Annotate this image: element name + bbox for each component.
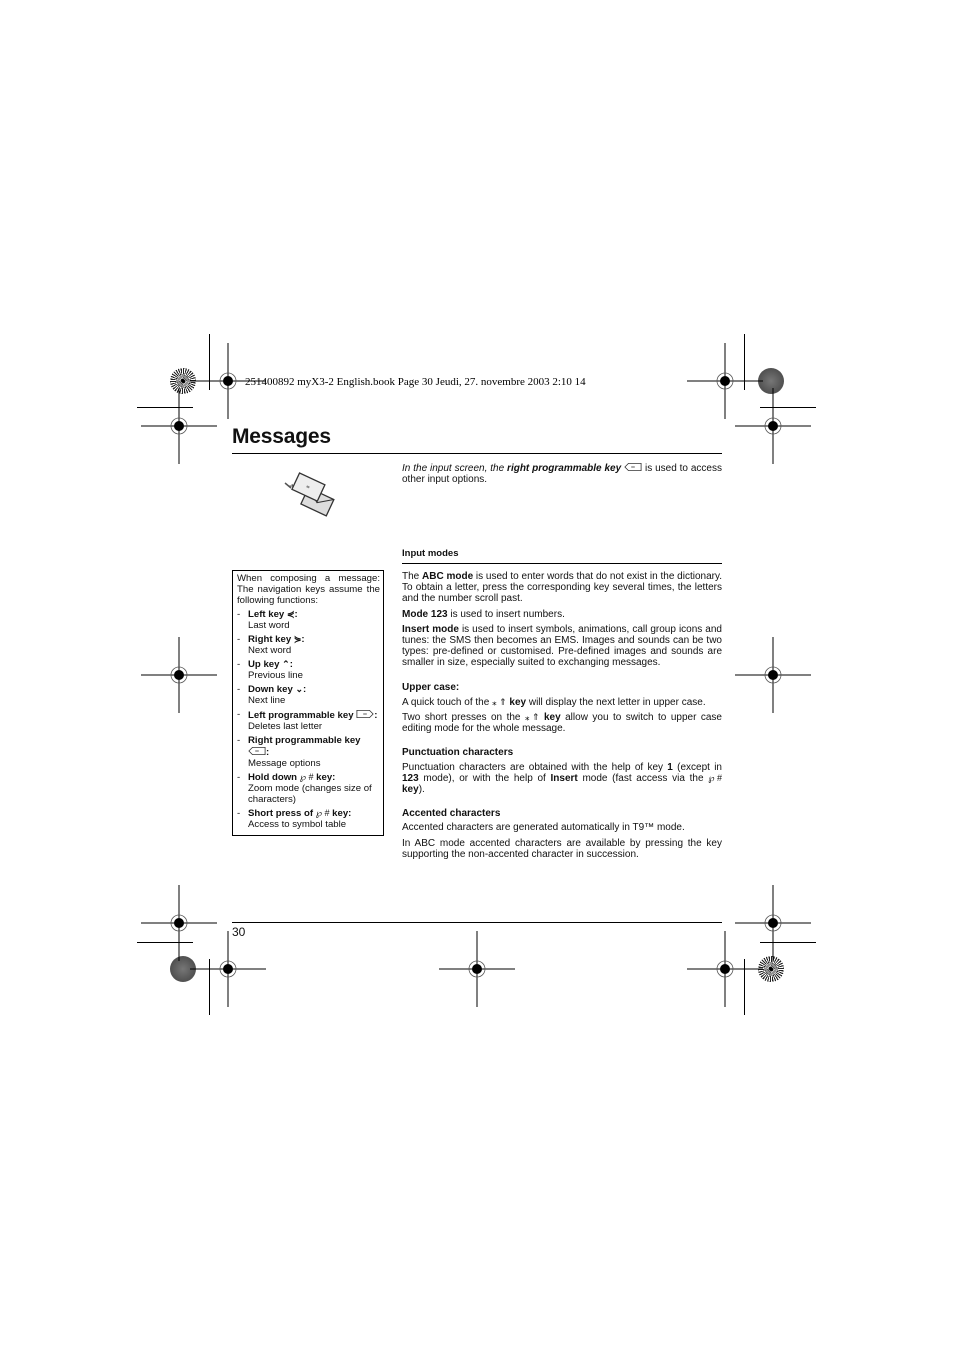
intro-text: In the input screen, the (402, 463, 508, 474)
upper-case-heading: Upper case: (402, 681, 460, 693)
envelopes-icon (284, 472, 335, 517)
list-item: - Short press of ℘ # key: Access to symbo… (237, 808, 352, 830)
upper-case-p2: Two short presses on the ⁎ ⇑ key allow y… (402, 712, 722, 735)
item-label: Short press of (248, 808, 314, 819)
section-rule (402, 563, 722, 564)
page-number: 30 (232, 925, 246, 939)
item-label: Right programmable key (248, 735, 361, 746)
list-item: - Up key ⌃: Previous line (237, 659, 303, 681)
item-label: Left key (248, 609, 285, 620)
registration-mark-icon (140, 636, 218, 714)
registration-mark-icon (686, 930, 764, 1008)
registration-mark-icon (734, 884, 812, 962)
item-desc: Deletes last letter (248, 721, 323, 732)
navigation-keys-box: When composing a message: The navigation… (232, 570, 384, 836)
mode-123-paragraph: Mode 123 is used to insert numbers. (402, 608, 565, 620)
item-desc: Previous line (248, 670, 303, 681)
title-rule (232, 453, 722, 454)
list-item: - Hold down ℘ # key: Zoom mode (changes s… (237, 772, 372, 805)
item-label: Down key (248, 684, 293, 695)
insert-mode-paragraph: Insert mode is used to insert symbols, a… (402, 623, 722, 669)
item-suffix: key: (332, 808, 352, 819)
hash-key-icon: ℘ # (315, 808, 330, 818)
punctuation-heading: Punctuation characters (402, 747, 514, 759)
list-item: - Down key ⌄: Next line (237, 684, 307, 706)
item-desc: Message options (248, 758, 321, 769)
up-key-icon: ⌃ (282, 659, 290, 669)
list-item: - Left programmable key : Deletes last le… (237, 709, 378, 732)
item-desc: Zoom mode (changes size of characters) (248, 783, 372, 805)
right-softkey-icon (248, 746, 266, 756)
item-desc: Last word (248, 620, 290, 631)
accented-heading: Accented characters (402, 808, 501, 820)
registration-mark-icon (734, 387, 812, 465)
list-item: - Right key ⋟: Next word (237, 634, 305, 656)
list-item: - Right programmable key : Message option… (237, 735, 361, 769)
item-label: Hold down (248, 772, 298, 783)
right-softkey-icon (624, 462, 642, 472)
hash-key-icon: ℘ # (299, 772, 314, 782)
hash-key-icon: ℘ # (708, 772, 722, 783)
star-shift-key-icon: ⁎ ⇑ (524, 712, 540, 723)
upper-case-p1: A quick touch of the ⁎ ⇑ key will displa… (402, 696, 706, 708)
punctuation-paragraph: Punctuation characters are obtained with… (402, 761, 722, 796)
intro-key-name: right programmable key (507, 463, 622, 474)
abc-mode-paragraph: The ABC mode is used to enter words that… (402, 571, 722, 605)
print-header: 251400892 myX3-2 English.book Page 30 Je… (245, 376, 586, 388)
registration-mark-icon (686, 342, 764, 420)
registration-mark-icon (189, 930, 267, 1008)
input-modes-heading: Input modes (402, 548, 459, 559)
sidebox-intro: When composing a message: The navigation… (237, 573, 380, 606)
intro-paragraph: In the input screen, the right programma… (402, 462, 722, 485)
item-desc: Next line (248, 695, 286, 706)
registration-mark-icon (140, 884, 218, 962)
down-key-icon: ⌄ (295, 684, 304, 694)
accented-p2: In ABC mode accented characters are avai… (402, 837, 722, 860)
registration-mark-icon (734, 636, 812, 714)
item-label: Left programmable key (248, 710, 354, 721)
registration-mark-icon (140, 387, 218, 465)
footer-rule (232, 922, 722, 923)
star-shift-key-icon: ⁎ ⇑ (492, 696, 507, 707)
list-item: - Left key ⋞: Last word (237, 609, 298, 631)
item-label: Up key (248, 659, 280, 670)
item-desc: Access to symbol table (248, 819, 347, 830)
accented-p1: Accented characters are generated automa… (402, 822, 685, 834)
page-title: Messages (232, 425, 331, 448)
left-softkey-icon (356, 709, 374, 719)
item-desc: Next word (248, 645, 292, 656)
registration-mark-icon (438, 930, 516, 1008)
item-label: Right key (248, 634, 292, 645)
item-suffix: key: (316, 772, 336, 783)
main-column: The ABC mode is used to enter words that… (402, 571, 722, 864)
